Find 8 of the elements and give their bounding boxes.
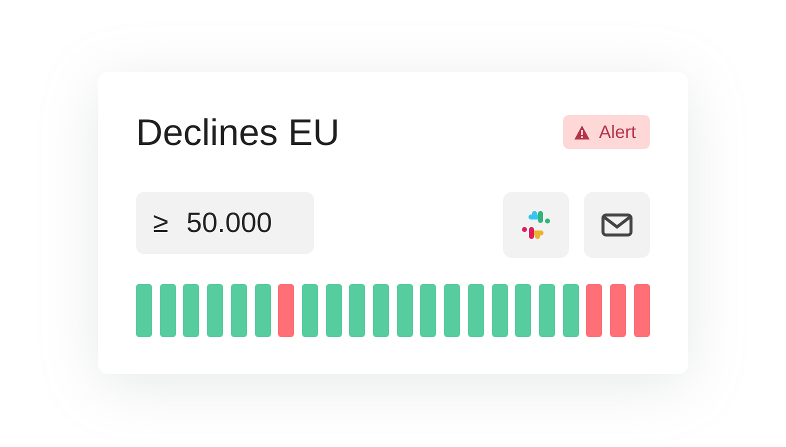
threshold-value: 50.000 <box>186 206 272 240</box>
card-title: Declines EU <box>136 114 340 150</box>
email-button[interactable] <box>584 192 650 258</box>
slack-logo-icon <box>520 209 552 241</box>
email-icon <box>601 213 633 237</box>
threshold-symbol: ≥ <box>153 206 168 240</box>
warning-icon <box>574 124 590 140</box>
alert-badge: Alert <box>562 115 650 149</box>
